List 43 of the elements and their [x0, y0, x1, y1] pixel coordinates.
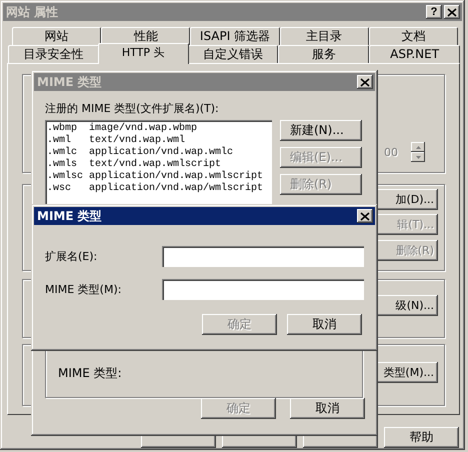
list-label: 注册的 MIME 类型(文件扩展名)(T): [45, 101, 220, 116]
group-label: MIME 类型: [58, 366, 122, 380]
list-item[interactable]: .wsc [47, 183, 89, 195]
list-item[interactable]: application/vnd.wap.wmlscript [89, 171, 264, 183]
spinner-control[interactable] [411, 142, 425, 162]
list-item[interactable]: .wmls [47, 159, 89, 171]
arrow-down-icon [416, 156, 420, 158]
button[interactable]: 新建(N)... [280, 120, 362, 141]
list-item[interactable]: text/vnd.wap.wmlscript [89, 159, 222, 171]
window-title: MIME 类型 [37, 74, 102, 90]
input-field[interactable] [162, 279, 364, 300]
list-item[interactable]: application/vnd.wap/wmlscript [89, 183, 264, 195]
tab[interactable]: ASP.NET [369, 45, 460, 63]
list-item[interactable]: .wmlc [47, 147, 89, 159]
tab[interactable]: 自定义错误 [188, 45, 278, 63]
list-item[interactable]: application/vnd.wap.wmlc [89, 147, 234, 159]
tab[interactable]: 服务 [278, 45, 370, 63]
list-item[interactable]: .wmlsc [47, 171, 89, 183]
button[interactable]: 取消 [290, 398, 365, 419]
tab[interactable]: 文档 [368, 27, 458, 45]
button[interactable]: 加(D)... [376, 189, 438, 210]
arrow-up-icon [416, 146, 420, 148]
spinner-value: 00 [384, 146, 398, 159]
field-label: MIME 类型(M): [45, 282, 122, 297]
tab[interactable]: HTTP 头 [98, 43, 189, 64]
help-button[interactable]: 帮助 [384, 427, 459, 448]
list-item[interactable]: text/vnd.wap.wml [89, 135, 186, 147]
help-button[interactable]: ? [426, 5, 442, 19]
list-item[interactable]: .wml [47, 135, 89, 147]
tab[interactable]: 主目录 [280, 27, 369, 45]
close-button[interactable] [357, 75, 373, 89]
button[interactable]: 取消 [287, 314, 362, 335]
input-field[interactable] [162, 246, 364, 267]
button[interactable]: 级(N)... [376, 295, 438, 316]
list-item[interactable]: image/vnd.wap.wbmp [89, 123, 198, 135]
list-item[interactable]: .wbmp [47, 123, 89, 135]
field-label: 扩展名(E): [45, 249, 98, 264]
close-button[interactable] [444, 5, 460, 19]
button[interactable]: 类型(M)... [376, 362, 438, 383]
close-button[interactable] [357, 209, 373, 223]
tab[interactable]: ISAPI 筛选器 [190, 27, 280, 45]
window-title: 网站 属性 [6, 4, 58, 20]
tab[interactable]: 网站 [12, 27, 102, 45]
